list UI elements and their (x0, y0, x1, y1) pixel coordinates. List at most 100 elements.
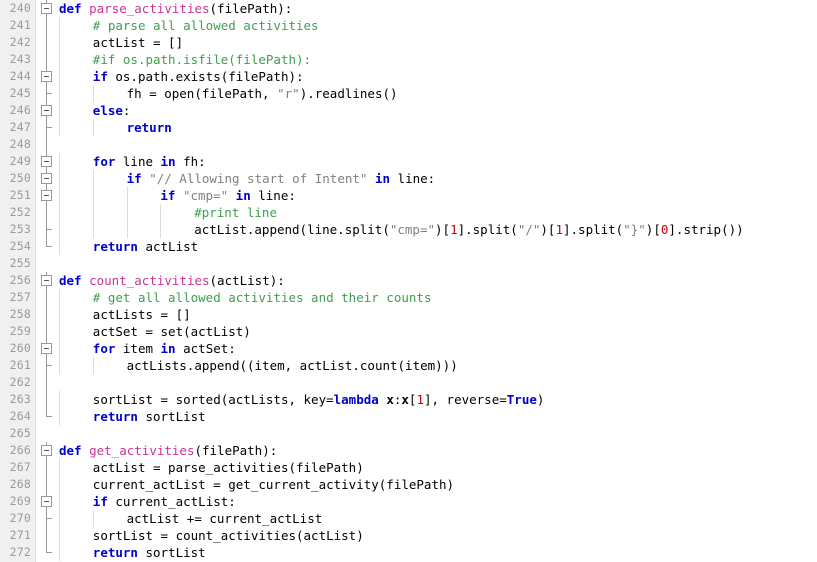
code-line-text: if os.path.exists(filePath): (93, 68, 304, 85)
line-number: 251 (9, 188, 31, 202)
fold-collapse-icon[interactable] (41, 275, 52, 286)
code-line[interactable]: actList = parse_activities(filePath) (58, 459, 817, 476)
code-line[interactable]: actSet = set(actList) (58, 323, 817, 340)
fold-collapse-icon[interactable] (41, 3, 52, 14)
code-line[interactable]: actLists = [] (58, 306, 817, 323)
code-line[interactable]: actList = [] (58, 34, 817, 51)
fold-collapse-icon[interactable] (41, 71, 52, 82)
code-line[interactable]: else: (58, 102, 817, 119)
fold-toggle-icon[interactable] (36, 493, 58, 510)
line-number: 246 (9, 103, 31, 117)
fold-toggle-icon[interactable] (36, 170, 58, 187)
code-line[interactable]: current_actList = get_current_activity(f… (58, 476, 817, 493)
code-line[interactable]: sortList = count_activities(actList) (58, 527, 817, 544)
code-line-text: return sortList (93, 544, 206, 561)
fold-guide-line (36, 17, 58, 34)
fold-toggle-icon[interactable] (36, 68, 58, 85)
code-line[interactable] (58, 425, 817, 442)
code-token-pln: )[ (645, 222, 661, 237)
fold-toggle-icon[interactable] (36, 340, 58, 357)
line-number: 270 (9, 511, 31, 525)
indent-guide (92, 357, 94, 374)
indent-guide (59, 204, 60, 221)
code-token-kw: in (235, 188, 251, 203)
code-line-text: actList = [] (93, 34, 183, 51)
code-line[interactable]: def get_activities(filePath): (58, 442, 817, 459)
fold-empty-cell (36, 255, 58, 272)
line-number: 268 (9, 477, 31, 491)
code-token-pln: ], reverse= (423, 392, 507, 407)
fold-toggle-icon[interactable] (36, 442, 58, 459)
code-editor[interactable]: 240 241 242 243 244 245 246 247 248 249 250 251 252 2… (0, 0, 817, 562)
code-line-text: def parse_activities(filePath): (59, 0, 292, 17)
code-token-pln: actSet = set(actList) (92, 324, 251, 339)
code-line[interactable]: actList.append(line.split("cmp=")[1].spl… (58, 221, 817, 238)
code-folding-margin[interactable] (36, 0, 58, 562)
code-token-bvar: x (386, 392, 394, 407)
code-line[interactable]: #print line (58, 204, 817, 221)
fold-toggle-icon[interactable] (36, 272, 58, 289)
fold-collapse-icon[interactable] (41, 496, 52, 507)
fold-collapse-icon[interactable] (41, 190, 52, 201)
fold-collapse-icon[interactable] (41, 105, 52, 116)
code-token-str: "cmp=" (182, 188, 229, 203)
fold-toggle-icon[interactable] (36, 153, 58, 170)
code-line[interactable]: return actList (58, 238, 817, 255)
indent-guide (92, 187, 94, 204)
code-line-text: return sortList (93, 408, 206, 425)
code-token-kw: return (92, 409, 138, 424)
fold-guide-line (36, 51, 58, 68)
code-line[interactable]: for line in fh: (58, 153, 817, 170)
code-line-text: for line in fh: (93, 153, 206, 170)
fold-toggle-icon[interactable] (36, 102, 58, 119)
code-line[interactable]: def count_activities(actList): (58, 272, 817, 289)
code-line[interactable]: if "// Allowing start of Intent" in line… (58, 170, 817, 187)
code-line[interactable]: actList += current_actList (58, 510, 817, 527)
code-token-kw: if (160, 188, 176, 203)
code-line-text: # parse all allowed activities (93, 17, 319, 34)
code-line[interactable]: return sortList (58, 544, 817, 561)
fold-toggle-icon[interactable] (36, 0, 58, 17)
code-line[interactable]: for item in actSet: (58, 340, 817, 357)
line-number: 267 (9, 460, 31, 474)
code-token-kw: else (92, 103, 123, 118)
fold-collapse-icon[interactable] (41, 156, 52, 167)
code-token-kw: def (59, 443, 90, 458)
indent-guide (59, 510, 60, 527)
code-token-fname: count_activities (89, 273, 210, 288)
code-token-pln: actList += current_actList (126, 511, 323, 526)
code-line[interactable] (58, 255, 817, 272)
code-line[interactable] (58, 374, 817, 391)
code-line[interactable]: if os.path.exists(filePath): (58, 68, 817, 85)
fold-guide-tick (36, 510, 58, 527)
code-token-str: "// Allowing start of Intent" (149, 171, 368, 186)
indent-guide (126, 221, 128, 238)
code-line[interactable]: fh = open(filePath, "r").readlines() (58, 85, 817, 102)
code-line[interactable]: if "cmp=" in line: (58, 187, 817, 204)
indent-guide (92, 221, 94, 238)
indent-guide (126, 204, 128, 221)
fold-toggle-icon[interactable] (36, 187, 58, 204)
code-token-pln: actLists = [] (92, 307, 191, 322)
code-line[interactable]: # get all allowed activities and their c… (58, 289, 817, 306)
code-token-kw: return (92, 545, 138, 560)
code-line[interactable]: return sortList (58, 408, 817, 425)
line-number: 261 (9, 358, 31, 372)
code-line[interactable]: if current_actList: (58, 493, 817, 510)
code-token-pln: ) (536, 392, 545, 407)
fold-guide-line (36, 289, 58, 306)
code-line[interactable]: def parse_activities(filePath): (58, 0, 817, 17)
code-line[interactable]: return (58, 119, 817, 136)
code-line[interactable]: sortList = sorted(actLists, key=lambda x… (58, 391, 817, 408)
fold-collapse-icon[interactable] (41, 343, 52, 354)
code-token-kw: def (59, 273, 90, 288)
code-line[interactable]: #if os.path.isfile(filePath): (58, 51, 817, 68)
fold-collapse-icon[interactable] (41, 173, 52, 184)
code-line[interactable] (58, 136, 817, 153)
code-text-area[interactable]: def parse_activities(filePath): # parse a… (58, 0, 817, 562)
code-token-kw: for (92, 154, 116, 169)
code-line[interactable]: actLists.append((item, actList.count(ite… (58, 357, 817, 374)
code-line[interactable]: # parse all allowed activities (58, 17, 817, 34)
fold-collapse-icon[interactable] (41, 445, 52, 456)
code-token-bvar: x (401, 392, 409, 407)
